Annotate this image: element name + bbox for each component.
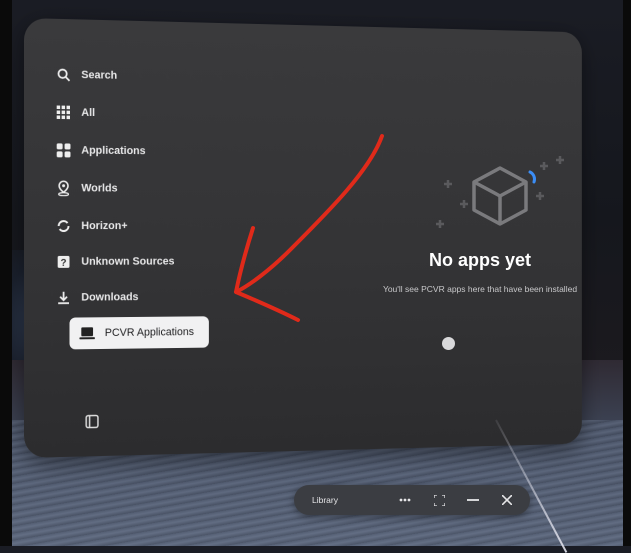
taskbar: Library xyxy=(294,485,530,515)
empty-state-subtitle: You'll see PCVR apps here that have been… xyxy=(370,284,590,294)
minimize-icon[interactable] xyxy=(465,492,481,508)
sidebar-item-label: Horizon+ xyxy=(81,220,127,232)
sidebar-item-label: Search xyxy=(81,69,117,82)
sidebar-item-search[interactable]: Search xyxy=(56,61,117,90)
sidebar-item-label: PCVR Applications xyxy=(105,326,194,339)
location-pin-icon xyxy=(56,180,72,196)
sidebar-item-pcvr-applications[interactable]: PCVR Applications xyxy=(70,316,210,349)
sidebar-toggle-icon[interactable] xyxy=(85,414,99,428)
more-icon[interactable] xyxy=(397,492,413,508)
sidebar-item-unknown-sources[interactable]: ? Unknown Sources xyxy=(56,248,175,276)
sidebar-item-label: Worlds xyxy=(81,182,117,194)
taskbar-app-label: Library xyxy=(312,495,338,505)
unknown-source-icon: ? xyxy=(56,254,72,270)
laptop-icon xyxy=(79,325,95,341)
sidebar-item-label: Applications xyxy=(81,145,145,158)
search-icon xyxy=(56,67,72,83)
grid-icon xyxy=(56,104,72,120)
svg-text:?: ? xyxy=(61,258,67,269)
download-icon xyxy=(56,290,72,306)
pointer-cursor xyxy=(442,337,455,350)
sidebar-item-label: Unknown Sources xyxy=(81,256,174,268)
sidebar-item-applications[interactable]: Applications xyxy=(56,136,146,165)
sidebar-item-label: All xyxy=(81,107,95,119)
empty-state: No apps yet You'll see PCVR apps here th… xyxy=(370,140,630,300)
empty-state-title: No apps yet xyxy=(370,250,590,271)
sidebar-item-all[interactable]: All xyxy=(56,99,95,127)
horizon-plus-icon xyxy=(56,218,72,234)
sidebar: Search All Applications Worlds xyxy=(24,18,247,458)
apps-icon xyxy=(56,142,72,158)
cube-icon xyxy=(430,154,590,254)
fullscreen-icon[interactable] xyxy=(431,492,447,508)
close-icon[interactable] xyxy=(499,492,515,508)
sidebar-item-downloads[interactable]: Downloads xyxy=(56,283,139,311)
frame-edge-left xyxy=(0,0,12,546)
sidebar-item-horizon-plus[interactable]: Horizon+ xyxy=(56,212,128,240)
sidebar-item-worlds[interactable]: Worlds xyxy=(56,174,118,202)
sidebar-item-label: Downloads xyxy=(81,291,138,303)
